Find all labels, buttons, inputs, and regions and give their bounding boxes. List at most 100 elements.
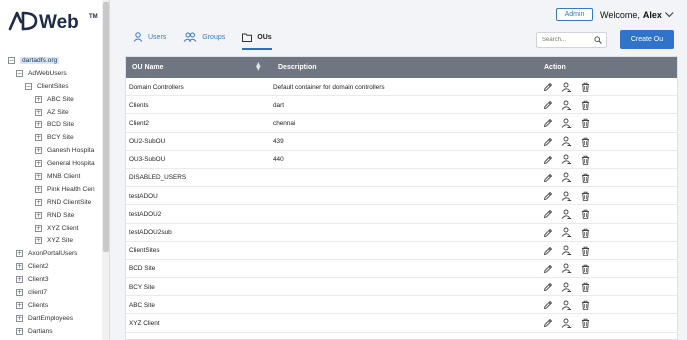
tree-node-label[interactable]: XYZ Site [47, 237, 73, 244]
scrollbar-thumb[interactable] [103, 2, 109, 252]
table-row[interactable]: Clients dart [126, 96, 677, 115]
edit-icon[interactable] [542, 317, 553, 329]
delete-icon[interactable] [580, 136, 591, 148]
delete-icon[interactable] [580, 208, 591, 220]
tree-node[interactable]: + AxonPortalUsers [8, 247, 108, 260]
expand-icon[interactable]: + [16, 327, 23, 335]
tree-node[interactable]: + XYZ Client [8, 222, 108, 235]
tree-node[interactable]: + DartEmployees [8, 312, 108, 325]
delete-icon[interactable] [580, 190, 591, 202]
manage-user-icon[interactable] [561, 263, 572, 275]
collapse-icon[interactable]: − [8, 56, 15, 64]
manage-user-icon[interactable] [561, 227, 572, 239]
column-header-ou-name[interactable]: OU Name [132, 57, 164, 78]
collapse-icon[interactable]: − [16, 69, 23, 77]
manage-user-icon[interactable] [561, 117, 572, 129]
delete-icon[interactable] [580, 317, 591, 329]
table-row[interactable]: testADOU2 [126, 205, 677, 224]
tree-node[interactable]: + BCY Site [8, 131, 108, 144]
edit-icon[interactable] [542, 208, 553, 220]
expand-icon[interactable]: + [16, 250, 23, 258]
tree-node[interactable]: + Client3 [8, 273, 108, 286]
tree-node-label[interactable]: Clients [28, 302, 48, 309]
tree-node[interactable]: + RND Site [8, 209, 108, 222]
table-row[interactable]: ABC Site [126, 296, 677, 315]
tree-node[interactable]: + Pink Health Cen [8, 183, 108, 196]
manage-user-icon[interactable] [561, 299, 572, 311]
tree-node[interactable]: + Client2 [8, 260, 108, 273]
tree-node[interactable]: + Ganesh Hospita [8, 144, 108, 157]
table-row[interactable]: Domain Controllers Default container for … [126, 78, 677, 97]
manage-user-icon[interactable] [561, 245, 572, 257]
tab-ous[interactable]: OUs [242, 30, 273, 50]
delete-icon[interactable] [580, 117, 591, 129]
table-row[interactable]: DISABLED_USERS [126, 169, 677, 188]
tree-node-label[interactable]: ClientSites [37, 83, 69, 90]
delete-icon[interactable] [580, 172, 591, 184]
tree-node[interactable]: + RND ClientSite [8, 196, 108, 209]
expand-icon[interactable]: + [16, 276, 23, 284]
tree-node[interactable]: + XYZ Site [8, 234, 108, 247]
tree-node-label[interactable]: Client3 [28, 276, 49, 283]
tree-node-label[interactable]: RND ClientSite [47, 199, 91, 206]
tree-node-label[interactable]: BCD Site [47, 121, 74, 128]
delete-icon[interactable] [580, 281, 591, 293]
manage-user-icon[interactable] [561, 190, 572, 202]
tree-node[interactable]: − AdWebUsers [8, 67, 108, 80]
chevron-down-icon[interactable] [664, 8, 674, 18]
tree-node[interactable]: + ABC Site [8, 93, 108, 106]
table-row[interactable]: testADOU [126, 187, 677, 206]
table-row[interactable]: testADOU2sub [126, 224, 677, 242]
delete-icon[interactable] [580, 81, 591, 93]
tree-node-label[interactable]: RND Site [47, 212, 74, 219]
search-icon[interactable] [594, 36, 602, 44]
create-ou-button[interactable]: Create Ou [620, 30, 674, 49]
table-row[interactable]: OU2-SubOU 439 [126, 133, 677, 151]
edit-icon[interactable] [542, 245, 553, 257]
manage-user-icon[interactable] [561, 317, 572, 329]
manage-user-icon[interactable] [561, 208, 572, 220]
collapse-icon[interactable]: − [25, 82, 32, 90]
delete-icon[interactable] [580, 245, 591, 257]
expand-icon[interactable]: + [16, 288, 23, 296]
tree-node-label[interactable]: MNB Client [47, 173, 80, 180]
tree-node-label[interactable]: ABC Site [47, 96, 74, 103]
table-row[interactable]: BCD Site [126, 260, 677, 279]
delete-icon[interactable] [580, 154, 591, 166]
tree-node-label[interactable]: Ganesh Hospita [47, 147, 94, 154]
expand-icon[interactable]: + [35, 198, 42, 206]
expand-icon[interactable]: + [35, 147, 42, 155]
manage-user-icon[interactable] [561, 154, 572, 166]
table-row[interactable]: BCY Site [126, 278, 677, 297]
table-row[interactable]: OU3-SubOU 440 [126, 151, 677, 169]
edit-icon[interactable] [542, 263, 553, 275]
sort-icon[interactable]: ▲ ▼ [256, 62, 261, 72]
manage-user-icon[interactable] [561, 81, 572, 93]
tree-node[interactable]: + BCD Site [8, 118, 108, 131]
expand-icon[interactable]: + [16, 263, 23, 271]
delete-icon[interactable] [580, 263, 591, 275]
tree-node[interactable]: + Dartians [8, 325, 108, 338]
admin-button[interactable]: Admin [556, 8, 593, 21]
tab-users[interactable]: Users [133, 30, 166, 44]
delete-icon[interactable] [580, 299, 591, 311]
delete-icon[interactable] [580, 99, 591, 111]
edit-icon[interactable] [542, 172, 553, 184]
expand-icon[interactable]: + [35, 172, 42, 180]
edit-icon[interactable] [542, 190, 553, 202]
tree-node[interactable]: − dartadfs.org [8, 54, 108, 67]
edit-icon[interactable] [542, 299, 553, 311]
manage-user-icon[interactable] [561, 99, 572, 111]
edit-icon[interactable] [542, 81, 553, 93]
manage-user-icon[interactable] [561, 172, 572, 184]
expand-icon[interactable]: + [35, 95, 42, 103]
edit-icon[interactable] [542, 227, 553, 239]
tree-node-label[interactable]: XYZ Client [47, 225, 79, 232]
manage-user-icon[interactable] [561, 281, 572, 293]
expand-icon[interactable]: + [35, 211, 42, 219]
tree-node-label[interactable]: Client2 [28, 263, 49, 270]
tab-groups[interactable]: Groups [183, 30, 225, 44]
sidebar-scrollbar[interactable] [102, 0, 109, 340]
tree-node[interactable]: + MNB Client [8, 170, 108, 183]
expand-icon[interactable]: + [35, 185, 42, 193]
